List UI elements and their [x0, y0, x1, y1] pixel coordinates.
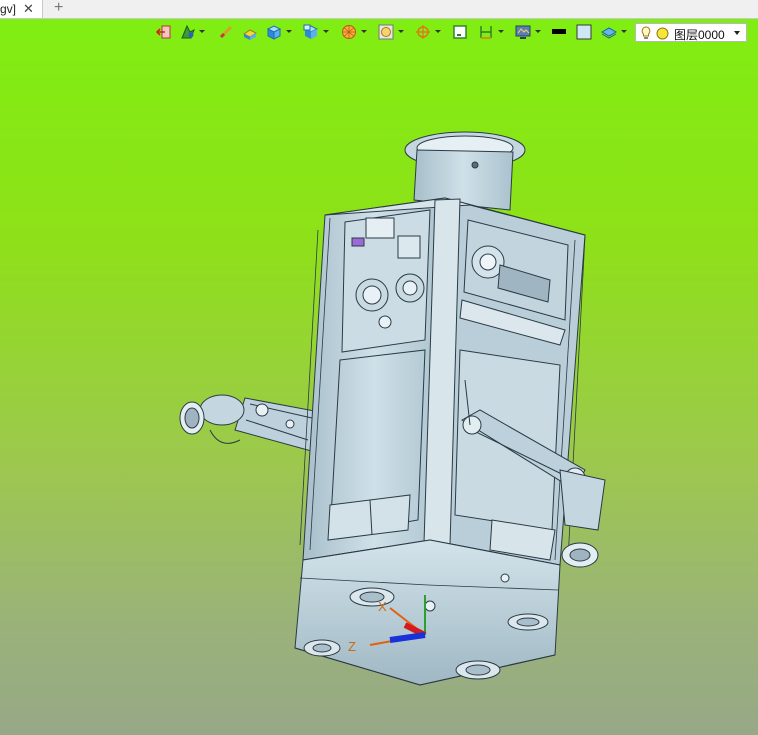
chimney: [404, 131, 526, 211]
base-plate: [294, 539, 561, 686]
tab-label: gv]: [0, 2, 17, 16]
document-tab-bar: gv] ✕ +: [0, 0, 758, 19]
axis-x-label: X: [378, 599, 387, 614]
left-arm: [179, 394, 321, 453]
main-housing: [299, 197, 586, 566]
close-icon[interactable]: ✕: [23, 0, 34, 18]
add-tab-button[interactable]: +: [54, 0, 63, 17]
document-tab[interactable]: gv] ✕: [0, 0, 43, 18]
axis-z-label: Z: [348, 639, 356, 654]
3d-viewport[interactable]: 图层0000 X Z: [0, 19, 758, 735]
cad-model[interactable]: [0, 19, 758, 735]
